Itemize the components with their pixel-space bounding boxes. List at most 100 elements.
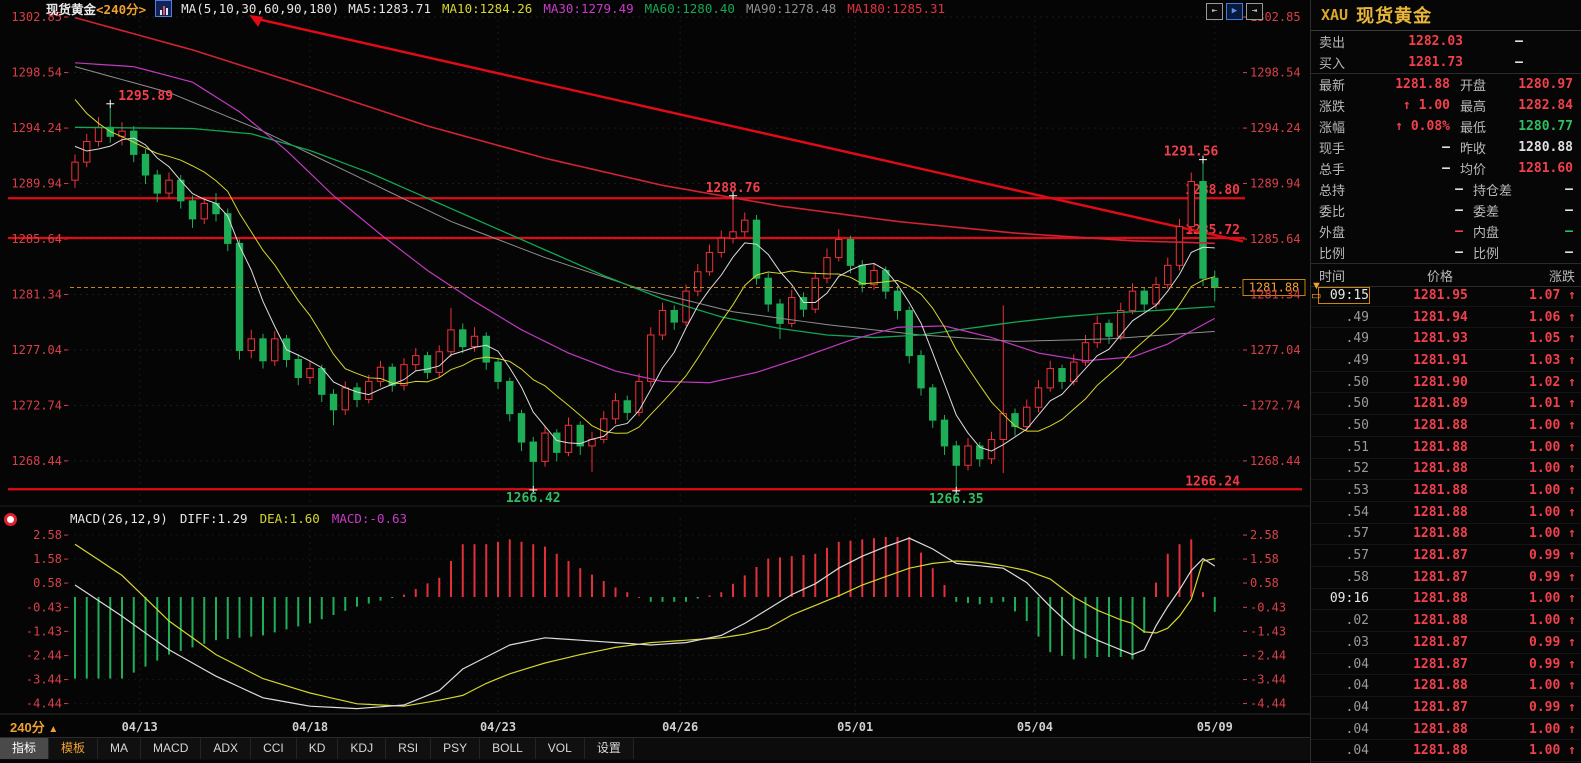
- svg-text:1289.94: 1289.94: [11, 177, 62, 191]
- svg-text:1266.24: 1266.24: [1185, 474, 1240, 489]
- chart-play-icon[interactable]: ▶: [1226, 3, 1243, 20]
- quote-row: 卖出1282.03—: [1311, 31, 1581, 52]
- svg-text:1277.04: 1277.04: [11, 343, 62, 357]
- triangle-up-icon: ▲: [48, 724, 58, 735]
- macd-legend-item: DIFF:1.29: [180, 511, 248, 526]
- svg-text:1298.54: 1298.54: [1250, 66, 1301, 80]
- tick-row: .031281.870.99 ↑: [1311, 632, 1581, 654]
- svg-text:1294.24: 1294.24: [1250, 121, 1301, 135]
- interval-footer-button[interactable]: 240分 ▲: [10, 717, 58, 736]
- symbol-title: 现货黄金: [46, 2, 96, 17]
- svg-text:2.58: 2.58: [33, 528, 62, 542]
- indicator-toolbar: 指标模板MAMACDADXCCIKDKDJRSIPSYBOLLVOL设置: [0, 737, 1310, 760]
- svg-text:05/04: 05/04: [1017, 720, 1053, 734]
- toolbar-tab-MACD[interactable]: MACD: [141, 738, 201, 759]
- svg-text:1289.94: 1289.94: [1250, 177, 1301, 191]
- chart-range-right-icon[interactable]: ⇥: [1246, 3, 1263, 20]
- tick-row: .041281.881.00 ↑: [1311, 675, 1581, 697]
- interval-tag: <240分>: [96, 2, 146, 17]
- tick-row: 09:151281.951.07 ↑: [1311, 285, 1581, 307]
- svg-text:1285.64: 1285.64: [1250, 232, 1301, 246]
- svg-text:04/18: 04/18: [292, 720, 328, 734]
- ma-group-label: MA(5,10,30,60,90,180): [181, 1, 339, 16]
- toolbar-tab-设置[interactable]: 设置: [585, 738, 634, 759]
- macd-legend: MACD(26,12,9) DIFF:1.29DEA:1.60MACD:-0.6…: [70, 511, 407, 526]
- tick-row: .581281.870.99 ↑: [1311, 567, 1581, 589]
- tick-row: .021281.881.00 ↑: [1311, 610, 1581, 632]
- toolbar-tab-KD[interactable]: KD: [297, 738, 339, 759]
- tick-row: .491281.911.03 ↑: [1311, 350, 1581, 372]
- quote-title: XAU 现货黄金: [1311, 0, 1581, 31]
- trading-app: 1288.801285.721266.241281.881295.891288.…: [0, 0, 1581, 763]
- svg-text:1268.44: 1268.44: [11, 454, 62, 468]
- tick-row: .501281.891.01 ↑: [1311, 393, 1581, 415]
- svg-text:-4.44: -4.44: [26, 697, 62, 711]
- quote-panel: XAU 现货黄金 卖出1282.03—买入1281.73— 最新1281.88开…: [1310, 0, 1581, 763]
- tick-row: .041281.881.00 ↑: [1311, 740, 1581, 762]
- svg-text:1281.34: 1281.34: [1250, 287, 1301, 301]
- toolbar-tab-MA[interactable]: MA: [98, 738, 141, 759]
- ma-legend-icon: [155, 0, 172, 17]
- quote-row: 总手—均价1281.60: [1311, 158, 1581, 179]
- tick-list[interactable]: 09:151281.951.07 ↑.491281.941.06 ↑ .49128…: [1311, 285, 1581, 763]
- tick-row: .501281.881.00 ↑: [1311, 415, 1581, 437]
- svg-text:-1.43: -1.43: [26, 624, 62, 638]
- quote-row: 涨幅↑ 0.08%最低1280.77: [1311, 116, 1581, 137]
- svg-text:-2.44: -2.44: [1250, 649, 1286, 663]
- chart-range-left-icon[interactable]: ⇤: [1206, 3, 1223, 20]
- quote-row: 委比—委差—: [1311, 200, 1581, 221]
- svg-text:0.58: 0.58: [1250, 576, 1279, 590]
- svg-text:1288.76: 1288.76: [706, 181, 761, 196]
- ma-legend-item: MA60:1280.40: [645, 1, 735, 16]
- tick-row: .571281.870.99 ↑: [1311, 545, 1581, 567]
- svg-text:1.58: 1.58: [33, 552, 62, 566]
- toolbar-tab-指标[interactable]: 指标: [0, 738, 49, 759]
- tick-row: .541281.881.00 ↑: [1311, 502, 1581, 524]
- ma-legend-item: MA90:1278.48: [746, 1, 836, 16]
- tick-row: .511281.881.00 ↑: [1311, 437, 1581, 459]
- ma-legend-item: MA180:1285.31: [847, 1, 945, 16]
- tick-row: .491281.941.06 ↑: [1311, 307, 1581, 329]
- svg-text:-2.44: -2.44: [26, 649, 62, 663]
- indicator-target-icon[interactable]: [4, 513, 17, 526]
- svg-text:1268.44: 1268.44: [1250, 454, 1301, 468]
- svg-text:1295.89: 1295.89: [118, 89, 173, 104]
- svg-text:-3.44: -3.44: [1250, 673, 1286, 687]
- ma-values: MA5:1283.71MA10:1284.26MA30:1279.49MA60:…: [348, 1, 945, 16]
- toolbar-tab-模板[interactable]: 模板: [49, 738, 98, 759]
- svg-text:1291.56: 1291.56: [1164, 145, 1219, 160]
- symbol-code: XAU: [1321, 6, 1348, 24]
- chart-toolbar-icons: ⇤ ▶ ⇥: [1206, 3, 1263, 20]
- svg-text:-1.43: -1.43: [1250, 624, 1286, 638]
- current-row-marker-icon[interactable]: ▼▭: [1311, 281, 1322, 301]
- tick-row: 09:161281.881.00 ↑: [1311, 589, 1581, 611]
- toolbar-tab-KDJ[interactable]: KDJ: [338, 738, 386, 759]
- svg-text:04/26: 04/26: [662, 720, 698, 734]
- svg-text:1266.42: 1266.42: [506, 491, 561, 506]
- macd-legend-item: DEA:1.60: [260, 511, 320, 526]
- ma-legend-item: MA10:1284.26: [442, 1, 532, 16]
- svg-text:1272.74: 1272.74: [1250, 398, 1301, 412]
- quote-row: 最新1281.88开盘1280.97: [1311, 74, 1581, 95]
- svg-text:-0.43: -0.43: [26, 600, 62, 614]
- svg-text:1277.04: 1277.04: [1250, 343, 1301, 357]
- toolbar-tab-RSI[interactable]: RSI: [386, 738, 431, 759]
- toolbar-tab-PSY[interactable]: PSY: [431, 738, 480, 759]
- svg-text:05/09: 05/09: [1197, 720, 1233, 734]
- candlestick-chart[interactable]: 1288.801285.721266.241281.881295.891288.…: [0, 0, 1310, 763]
- quote-row: 现手—昨收1280.88: [1311, 137, 1581, 158]
- svg-text:04/23: 04/23: [480, 720, 516, 734]
- quote-row: 比例—比例—: [1311, 242, 1581, 263]
- quote-row: 外盘—内盘—: [1311, 221, 1581, 242]
- svg-text:0.58: 0.58: [33, 576, 62, 590]
- toolbar-tab-BOLL[interactable]: BOLL: [480, 738, 536, 759]
- symbol-name: 现货黄金: [1356, 2, 1432, 28]
- svg-text:1.58: 1.58: [1250, 552, 1279, 566]
- chart-legend: 现货黄金<240分> MA(5,10,30,60,90,180) MA5:128…: [46, 1, 945, 16]
- toolbar-tab-VOL[interactable]: VOL: [536, 738, 585, 759]
- toolbar-tab-ADX[interactable]: ADX: [201, 738, 251, 759]
- macd-title: MACD(26,12,9): [70, 511, 168, 526]
- toolbar-tab-CCI[interactable]: CCI: [251, 738, 297, 759]
- svg-text:1272.74: 1272.74: [11, 398, 62, 412]
- tick-row: .041281.870.99 ↑: [1311, 697, 1581, 719]
